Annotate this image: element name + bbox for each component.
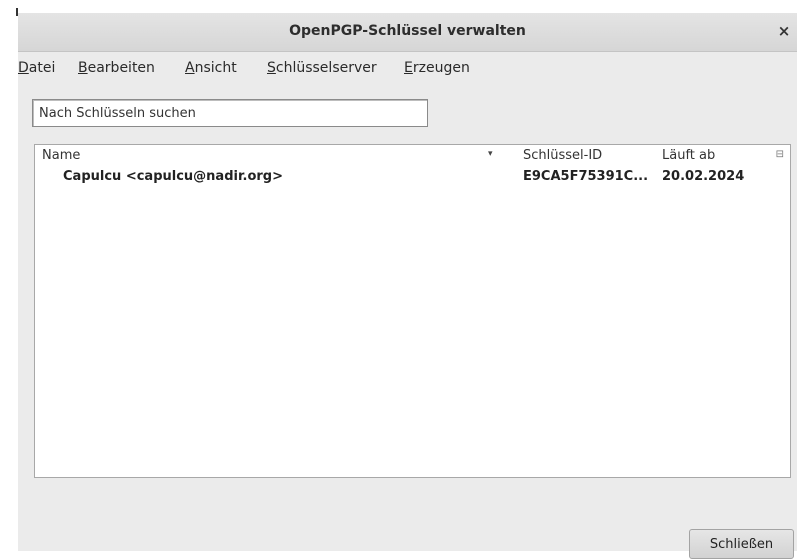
- search-input[interactable]: [33, 100, 427, 126]
- menu-ansicht[interactable]: Ansicht: [185, 60, 237, 76]
- key-row[interactable]: Capulcu <capulcu@nadir.org> E9CA5F75391C…: [35, 167, 790, 189]
- sort-descending-icon: ▾: [488, 149, 493, 159]
- key-name: Capulcu <capulcu@nadir.org>: [63, 169, 283, 184]
- key-search-field[interactable]: [32, 99, 428, 127]
- column-picker-icon[interactable]: ⊟: [776, 149, 784, 160]
- key-expiry: 20.02.2024: [662, 169, 745, 184]
- menu-erzeugen[interactable]: Erzeugen: [404, 60, 470, 76]
- menu-schluesselserver[interactable]: Schlüsselserver: [267, 60, 377, 76]
- close-button[interactable]: Schließen: [689, 529, 794, 559]
- column-key-id[interactable]: Schlüssel-ID: [523, 148, 602, 163]
- key-manager-dialog: OpenPGP-Schlüssel verwalten × Datei Bear…: [18, 13, 797, 559]
- menu-datei[interactable]: Datei: [18, 60, 55, 76]
- menu-bearbeiten[interactable]: Bearbeiten: [78, 60, 155, 76]
- close-icon[interactable]: ×: [775, 22, 793, 40]
- window-title: OpenPGP-Schlüssel verwalten: [289, 23, 526, 39]
- column-header: Name ▾ Schlüssel-ID Läuft ab ⊟: [35, 145, 790, 167]
- column-expires[interactable]: Läuft ab: [662, 148, 715, 163]
- column-name[interactable]: Name: [42, 148, 80, 163]
- title-bar[interactable]: OpenPGP-Schlüssel verwalten ×: [18, 13, 797, 52]
- menu-bar: Datei Bearbeiten Ansicht Schlüsselserver…: [18, 52, 797, 84]
- key-list[interactable]: Name ▾ Schlüssel-ID Läuft ab ⊟ Capulcu <…: [34, 144, 791, 478]
- key-id: E9CA5F75391C...: [523, 169, 649, 184]
